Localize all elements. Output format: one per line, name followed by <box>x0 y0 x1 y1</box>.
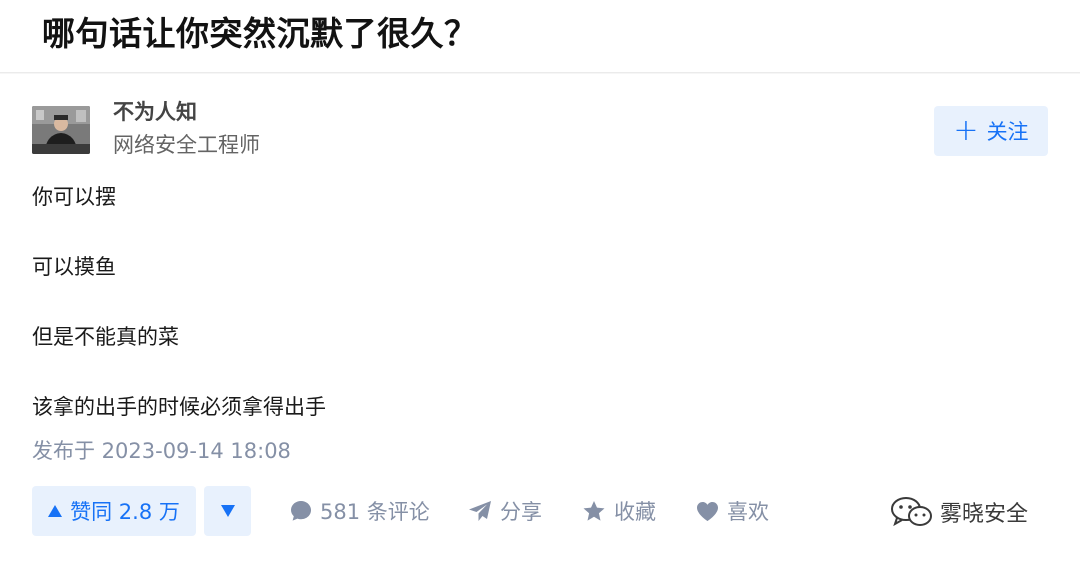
star-icon <box>583 501 605 521</box>
share-button[interactable]: 分享 <box>468 486 542 536</box>
triangle-down-icon <box>220 505 235 517</box>
comment-bubble-icon <box>291 501 311 521</box>
author-name[interactable]: 不为人知 <box>113 98 197 126</box>
avatar[interactable] <box>32 106 90 154</box>
comments-label: 581 条评论 <box>320 500 430 524</box>
triangle-up-icon <box>48 505 63 517</box>
answer-paragraph: 该拿的出手的时候必须拿得出手 <box>32 395 326 419</box>
like-label: 喜欢 <box>727 500 769 524</box>
heart-icon <box>697 501 718 521</box>
follow-label: 关注 <box>986 120 1029 144</box>
follow-button[interactable]: + 关注 <box>934 106 1048 156</box>
author-headline: 网络安全工程师 <box>113 133 260 157</box>
answer-paragraph: 可以摸鱼 <box>32 255 116 279</box>
like-button[interactable]: 喜欢 <box>696 486 769 536</box>
downvote-button[interactable] <box>204 486 251 536</box>
upvote-label: 赞同 2.8 万 <box>70 500 180 524</box>
plus-icon: + <box>953 113 979 148</box>
favorite-label: 收藏 <box>614 500 656 524</box>
watermark: 雾晓安全 <box>890 494 1028 530</box>
watermark-text: 雾晓安全 <box>940 502 1029 527</box>
wechat-icon <box>891 497 932 527</box>
answer-card: 不为人知 网络安全工程师 + 关注 你可以摆 可以摸鱼 但是不能真的菜 该拿的出… <box>0 74 1080 561</box>
paper-plane-icon <box>469 501 491 521</box>
question-header: 哪句话让你突然沉默了很久？ <box>0 0 1080 73</box>
favorite-button[interactable]: 收藏 <box>582 486 656 536</box>
answer-paragraph: 但是不能真的菜 <box>32 325 179 349</box>
comments-button[interactable]: 581 条评论 <box>290 486 430 536</box>
avatar-image <box>32 106 90 154</box>
answer-paragraph: 你可以摆 <box>32 185 116 209</box>
question-title[interactable]: 哪句话让你突然沉默了很久？ <box>42 12 478 56</box>
upvote-button[interactable]: 赞同 2.8 万 <box>32 486 196 536</box>
share-label: 分享 <box>500 500 542 524</box>
publish-time[interactable]: 发布于 2023-09-14 18:08 <box>32 436 291 466</box>
